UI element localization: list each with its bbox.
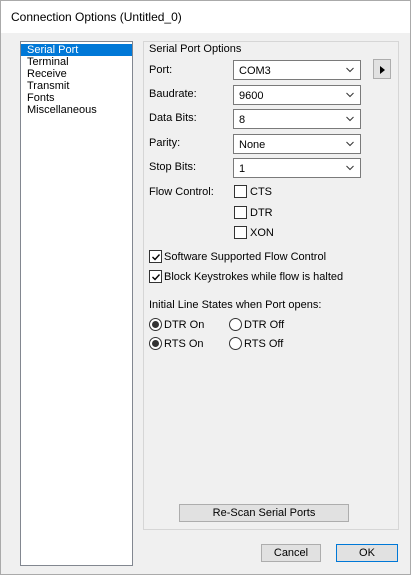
triangle-right-icon bbox=[380, 66, 385, 74]
options-category-list[interactable]: Serial Port Terminal Receive Transmit Fo… bbox=[20, 41, 133, 566]
xon-label[interactable]: XON bbox=[250, 227, 274, 239]
baudrate-value: 9600 bbox=[239, 90, 264, 102]
dtr-off-label[interactable]: DTR Off bbox=[244, 319, 284, 331]
sidebar-item-serial-port[interactable]: Serial Port bbox=[21, 44, 132, 56]
port-menu-button[interactable] bbox=[373, 59, 391, 79]
software-flow-label[interactable]: Software Supported Flow Control bbox=[164, 251, 326, 263]
port-select[interactable]: COM3 bbox=[233, 60, 361, 80]
data-bits-value: 8 bbox=[239, 114, 246, 126]
rts-on-label[interactable]: RTS On bbox=[164, 338, 204, 350]
cts-label[interactable]: CTS bbox=[250, 186, 272, 198]
data-bits-label: Data Bits: bbox=[149, 112, 197, 124]
block-keystrokes-checkbox[interactable] bbox=[149, 270, 162, 283]
group-title: Serial Port Options bbox=[147, 43, 244, 55]
stop-bits-value: 1 bbox=[239, 163, 246, 175]
sidebar-item-fonts[interactable]: Fonts bbox=[21, 92, 132, 104]
title-bar[interactable]: Connection Options (Untitled_0) bbox=[1, 1, 410, 33]
block-keystrokes-label[interactable]: Block Keystrokes while flow is halted bbox=[164, 271, 343, 283]
sidebar-item-transmit[interactable]: Transmit bbox=[21, 80, 132, 92]
sidebar-item-receive[interactable]: Receive bbox=[21, 68, 132, 80]
radio-selected-dot bbox=[152, 340, 159, 347]
checkmark-icon bbox=[152, 254, 161, 261]
stop-bits-label: Stop Bits: bbox=[149, 161, 197, 173]
sidebar-item-terminal[interactable]: Terminal bbox=[21, 56, 132, 68]
chevron-down-icon bbox=[346, 67, 354, 73]
baudrate-select[interactable]: 9600 bbox=[233, 85, 361, 105]
port-value: COM3 bbox=[239, 65, 271, 77]
ok-button[interactable]: OK bbox=[336, 544, 398, 562]
parity-select[interactable]: None bbox=[233, 134, 361, 154]
rts-off-radio[interactable] bbox=[229, 337, 242, 350]
parity-label: Parity: bbox=[149, 137, 181, 149]
dtr-checkbox[interactable] bbox=[234, 206, 247, 219]
line-states-label: Initial Line States when Port opens: bbox=[149, 299, 322, 311]
radio-selected-dot bbox=[152, 321, 159, 328]
sidebar-item-miscellaneous[interactable]: Miscellaneous bbox=[21, 104, 132, 116]
dtr-off-radio[interactable] bbox=[229, 318, 242, 331]
xon-checkbox[interactable] bbox=[234, 226, 247, 239]
parity-value: None bbox=[239, 139, 266, 151]
software-flow-checkbox[interactable] bbox=[149, 250, 162, 263]
dtr-on-label[interactable]: DTR On bbox=[164, 319, 204, 331]
rts-on-radio[interactable] bbox=[149, 337, 162, 350]
chevron-down-icon bbox=[346, 141, 354, 147]
chevron-down-icon bbox=[346, 116, 354, 122]
flow-control-label: Flow Control: bbox=[149, 186, 214, 198]
dtr-on-radio[interactable] bbox=[149, 318, 162, 331]
data-bits-select[interactable]: 8 bbox=[233, 109, 361, 129]
window-title: Connection Options (Untitled_0) bbox=[11, 10, 182, 24]
chevron-down-icon bbox=[346, 165, 354, 171]
stop-bits-select[interactable]: 1 bbox=[233, 158, 361, 178]
rts-off-label[interactable]: RTS Off bbox=[244, 338, 283, 350]
checkmark-icon bbox=[152, 274, 161, 281]
port-label: Port: bbox=[149, 64, 173, 76]
dtr-label[interactable]: DTR bbox=[250, 207, 273, 219]
cts-checkbox[interactable] bbox=[234, 185, 247, 198]
chevron-down-icon bbox=[346, 92, 354, 98]
connection-options-dialog: Connection Options (Untitled_0) Serial P… bbox=[0, 0, 411, 575]
baudrate-label: Baudrate: bbox=[149, 88, 197, 100]
rescan-serial-ports-button[interactable]: Re-Scan Serial Ports bbox=[179, 504, 349, 522]
cancel-button[interactable]: Cancel bbox=[261, 544, 321, 562]
